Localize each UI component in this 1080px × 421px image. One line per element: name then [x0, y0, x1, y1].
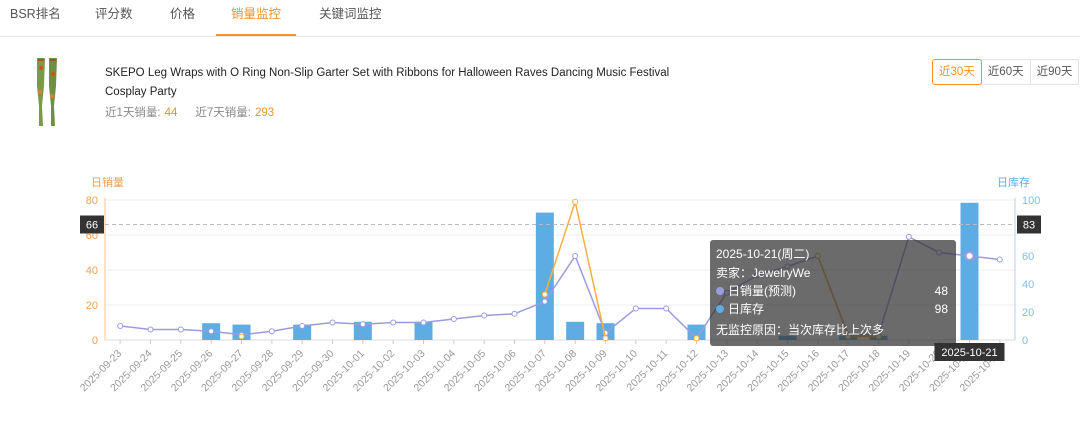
daily-sales-point [693, 335, 700, 342]
daily-sales-point [572, 198, 579, 205]
left-tick-label: 0 [92, 335, 98, 347]
right-tick-label: 0 [1022, 335, 1028, 347]
forecast-sales-point [208, 328, 215, 335]
right-tick-label: 100 [1022, 195, 1040, 207]
left-tick-label: 40 [86, 265, 98, 277]
forecast-sales-point [632, 305, 639, 312]
tooltip-row-label: 日库存 [728, 301, 764, 316]
forecast-sales-point [390, 319, 397, 326]
right-tick-label: 40 [1022, 279, 1034, 291]
forecast-sales-point [117, 323, 124, 329]
forecast-sales-point [572, 253, 579, 259]
forecast-sales-point [359, 321, 366, 328]
range-30-days-button[interactable]: 近30天 [932, 59, 982, 85]
forecast-sales-point [299, 323, 306, 329]
inventory-bar [566, 321, 585, 340]
daily-sales-point [238, 333, 245, 340]
right-axis-title: 日库存 [997, 175, 1030, 189]
crosshair-left-value: 66 [86, 220, 98, 232]
right-tick-label: 20 [1022, 307, 1034, 319]
forecast-sales-point [905, 233, 912, 240]
tooltip-seller: 卖家：JewelryWe [716, 265, 811, 280]
hover-point [964, 251, 975, 261]
left-axis-title: 日销量 [91, 175, 124, 189]
crosshair-right-value: 83 [1023, 220, 1035, 232]
left-tick-label: 80 [86, 195, 98, 207]
inventory-bar [960, 202, 979, 340]
forecast-sales-point [663, 305, 670, 312]
forecast-sales-point [147, 326, 154, 333]
daily-sales-point [602, 335, 609, 342]
tooltip-legend-dot [716, 305, 724, 313]
tooltip-row-label: 日销量(预测) [728, 284, 796, 298]
tooltip-row-value: 48 [935, 284, 949, 298]
left-tick-label: 20 [86, 300, 98, 312]
tooltip-date: 2025-10-21(周二) [716, 247, 809, 261]
crosshair-date-label: 2025-10-21 [941, 347, 997, 359]
sales-inventory-chart: 日销量日库存0204060800204060801002025-09-23202… [78, 175, 1041, 394]
tooltip-legend-dot [716, 287, 724, 295]
daily-sales-point [541, 291, 548, 298]
forecast-sales-point [511, 310, 518, 317]
forecast-sales-point [329, 319, 336, 326]
forecast-sales-point [996, 256, 1003, 263]
forecast-sales-point [450, 316, 457, 322]
tooltip-note: 无监控原因：当次库存比上次多 [716, 322, 884, 337]
forecast-sales-point [481, 312, 488, 319]
forecast-sales-point [541, 298, 548, 305]
forecast-sales-point [420, 319, 427, 326]
forecast-sales-point [268, 328, 275, 335]
right-tick-label: 60 [1022, 251, 1034, 263]
forecast-sales-point [177, 326, 184, 333]
tooltip-row-value: 98 [935, 302, 949, 316]
